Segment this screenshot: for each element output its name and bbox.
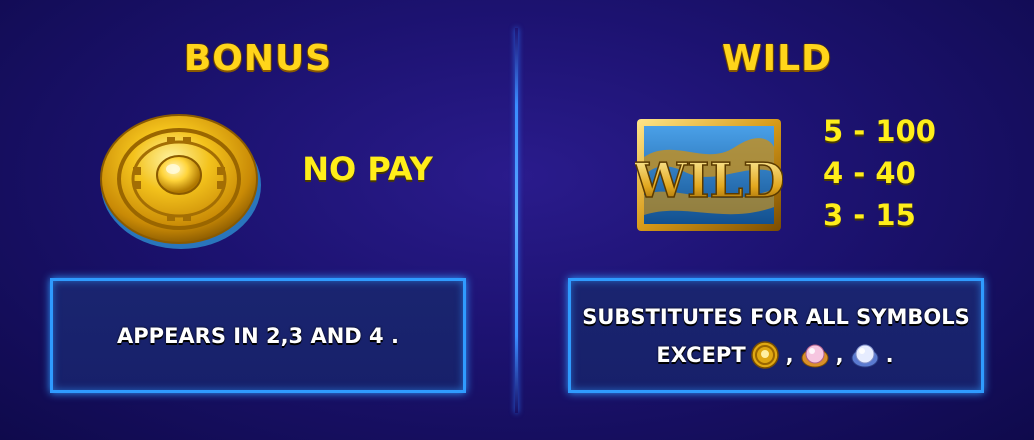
wild-title: WILD bbox=[722, 38, 832, 79]
paytable-page: BONUS NO PAY APPEARS IN 2,3 AND 4 . WILD… bbox=[0, 0, 1034, 440]
pink-pearl-icon bbox=[801, 344, 829, 367]
wild-pay-4: 4 - 40 bbox=[823, 156, 916, 190]
wild-symbol-icon: WILD bbox=[635, 119, 783, 231]
gold-coin-icon bbox=[750, 340, 779, 369]
bonus-description: APPEARS IN 2,3 AND 4 . bbox=[117, 323, 399, 348]
wild-description-box: SUBSTITUTES FOR ALL SYMBOLS EXCEPT , , . bbox=[568, 278, 984, 393]
wild-description-line2: EXCEPT , , . bbox=[656, 336, 895, 374]
bonus-title: BONUS bbox=[183, 38, 333, 79]
wild-pay-3: 3 - 15 bbox=[823, 198, 916, 232]
blue-pearl-icon bbox=[851, 344, 879, 367]
bonus-pay-text: NO PAY bbox=[302, 150, 433, 188]
except-label: EXCEPT bbox=[656, 342, 746, 367]
center-divider bbox=[515, 28, 518, 413]
bonus-description-box: APPEARS IN 2,3 AND 4 . bbox=[50, 278, 466, 393]
terminator: . bbox=[885, 342, 894, 367]
separator-2: , bbox=[835, 342, 844, 367]
wild-symbol-text: WILD bbox=[635, 153, 783, 209]
separator-1: , bbox=[785, 342, 794, 367]
wild-pay-table: 5 - 100 4 - 40 3 - 15 bbox=[823, 110, 963, 236]
wild-pay-5: 5 - 100 bbox=[823, 114, 936, 148]
gold-coin-icon bbox=[100, 114, 261, 249]
wild-description-line1: SUBSTITUTES FOR ALL SYMBOLS bbox=[582, 304, 970, 329]
